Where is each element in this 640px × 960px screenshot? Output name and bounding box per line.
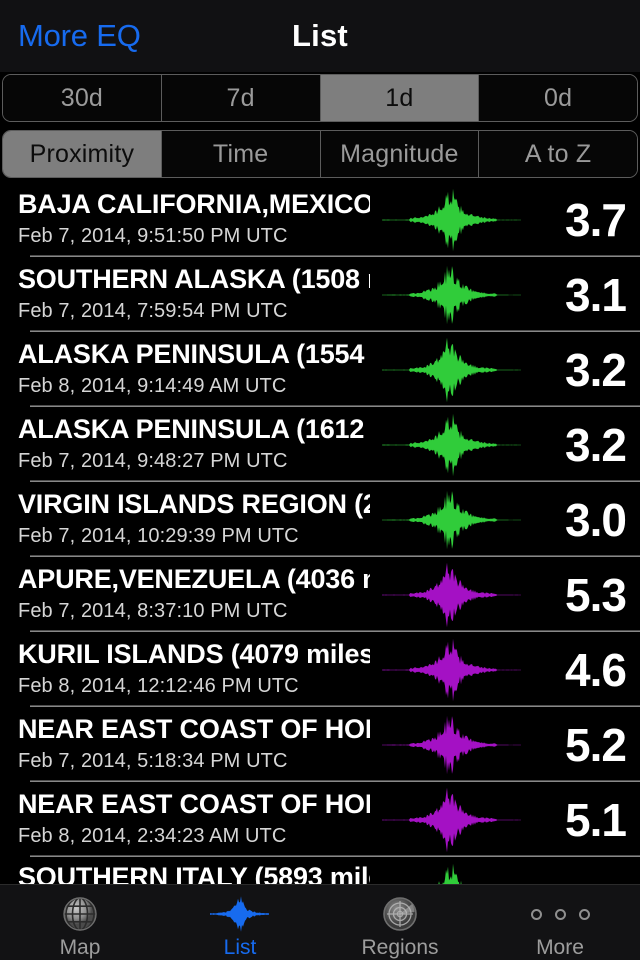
- magnitude-value: 3.2: [565, 419, 627, 471]
- seismograph-waveform-icon: [382, 411, 522, 479]
- earthquake-location: VIRGIN ISLANDS REGION (2984 miles): [18, 489, 370, 519]
- earthquake-timestamp: Feb 8, 2014, 9:14:49 AM UTC: [18, 375, 287, 397]
- magnitude-value: 5.3: [565, 569, 627, 621]
- earthquake-row[interactable]: APURE,VENEZUELA (4036 miles) Feb 7, 2014,…: [0, 557, 640, 632]
- seismograph-waveform-icon: [382, 261, 522, 329]
- range-option-30d[interactable]: 30d: [3, 75, 162, 121]
- earthquake-location: ALASKA PENINSULA (1554 miles): [18, 339, 370, 369]
- seismograph-waveform-icon: [382, 336, 522, 404]
- sort-option-a-to-z[interactable]: A to Z: [479, 131, 637, 177]
- tab-regions[interactable]: Regions: [320, 885, 480, 960]
- earthquake-timestamp: Feb 7, 2014, 9:51:50 PM UTC: [18, 225, 288, 247]
- tab-list[interactable]: List: [160, 885, 320, 960]
- sort-option-proximity[interactable]: Proximity: [3, 131, 162, 177]
- seismograph-waveform-icon: [382, 561, 522, 629]
- seismograph-waveform-icon: [382, 636, 522, 704]
- earthquake-location: NEAR EAST COAST OF HONSHU,JAPAN (4650 mi…: [18, 714, 370, 744]
- tab-more[interactable]: More: [480, 885, 640, 960]
- earthquake-row[interactable]: ALASKA PENINSULA (1554 miles) Feb 8, 2014…: [0, 332, 640, 407]
- earthquake-list-screen: More EQ List 30d 7d 1d 0d Proximity Time Magn…: [0, 0, 640, 960]
- seismograph-waveform-icon: [382, 861, 522, 884]
- earthquake-location: KURIL ISLANDS (4079 miles): [18, 639, 370, 669]
- tab-label: Regions: [361, 936, 439, 959]
- earthquake-location: APURE,VENEZUELA (4036 miles): [18, 564, 370, 594]
- earthquake-location: SOUTHERN ITALY (5893 miles): [18, 862, 370, 884]
- earthquake-location: BAJA CALIFORNIA,MEXICO (232 miles): [18, 189, 370, 219]
- seismograph-waveform-icon: [382, 711, 522, 779]
- tab-map[interactable]: Map: [0, 885, 160, 960]
- seismograph-waveform-icon: [382, 486, 522, 554]
- seismograph-waveform-icon: [382, 186, 522, 254]
- navigation-bar: More EQ List: [0, 0, 640, 72]
- sort-option-time[interactable]: Time: [161, 131, 321, 177]
- globe-icon: [59, 893, 101, 935]
- earthquake-row[interactable]: NEAR EAST COAST OF HONSHU,JAPAN (4650 mi…: [0, 707, 640, 782]
- earthquake-list[interactable]: BAJA CALIFORNIA,MEXICO (232 miles) Feb 7,…: [0, 182, 640, 884]
- sort-segmented-control[interactable]: Proximity Time Magnitude A to Z: [2, 130, 638, 178]
- magnitude-value: 5.2: [565, 719, 627, 771]
- earthquake-location: SOUTHERN ALASKA (1508 miles): [18, 264, 370, 294]
- earthquake-timestamp: Feb 7, 2014, 8:37:10 PM UTC: [18, 600, 288, 622]
- range-option-1d[interactable]: 1d: [320, 75, 480, 121]
- sort-option-magnitude[interactable]: Magnitude: [320, 131, 480, 177]
- page-title: List: [292, 18, 348, 53]
- earthquake-timestamp: Feb 8, 2014, 2:34:23 AM UTC: [18, 825, 287, 847]
- earthquake-row[interactable]: SOUTHERN ITALY (5893 miles): [0, 857, 640, 884]
- magnitude-value: 3.2: [565, 344, 627, 396]
- tab-label: More: [536, 936, 584, 959]
- magnitude-value: 5.1: [565, 794, 627, 846]
- ellipsis-icon: [530, 893, 590, 935]
- magnitude-value: 3.1: [565, 269, 627, 321]
- range-option-7d[interactable]: 7d: [161, 75, 321, 121]
- earthquake-timestamp: Feb 7, 2014, 10:29:39 PM UTC: [18, 525, 299, 547]
- seismograph-waveform-icon: [382, 786, 522, 854]
- tab-bar: Map List Regions More: [0, 884, 640, 960]
- earthquake-row[interactable]: NEAR EAST COAST OF HONSHU,JAPAN (4712 mi…: [0, 782, 640, 857]
- magnitude-value: 4.6: [565, 644, 627, 696]
- earthquake-location: NEAR EAST COAST OF HONSHU,JAPAN (4712 mi…: [18, 789, 370, 819]
- radar-icon: [379, 893, 421, 935]
- tab-label: List: [223, 936, 257, 959]
- tab-label: Map: [59, 936, 101, 959]
- earthquake-timestamp: Feb 7, 2014, 7:59:54 PM UTC: [18, 300, 288, 322]
- earthquake-timestamp: Feb 7, 2014, 5:18:34 PM UTC: [18, 750, 288, 772]
- earthquake-row[interactable]: ALASKA PENINSULA (1612 miles) Feb 7, 2014…: [0, 407, 640, 482]
- earthquake-timestamp: Feb 8, 2014, 12:12:46 PM UTC: [18, 675, 299, 697]
- earthquake-location: ALASKA PENINSULA (1612 miles): [18, 414, 370, 444]
- magnitude-value: 3.0: [565, 494, 627, 546]
- magnitude-value: 3.7: [565, 194, 627, 246]
- range-option-0d[interactable]: 0d: [479, 75, 637, 121]
- earthquake-row[interactable]: BAJA CALIFORNIA,MEXICO (232 miles) Feb 7,…: [0, 182, 640, 257]
- earthquake-timestamp: Feb 7, 2014, 9:48:27 PM UTC: [18, 450, 288, 472]
- earthquake-row[interactable]: VIRGIN ISLANDS REGION (2984 miles) Feb 7,…: [0, 482, 640, 557]
- waveform-icon: [210, 893, 270, 935]
- earthquake-row[interactable]: SOUTHERN ALASKA (1508 miles) Feb 7, 2014,…: [0, 257, 640, 332]
- time-range-segmented-control[interactable]: 30d 7d 1d 0d: [2, 74, 638, 122]
- earthquake-row[interactable]: KURIL ISLANDS (4079 miles) Feb 8, 2014, 1…: [0, 632, 640, 707]
